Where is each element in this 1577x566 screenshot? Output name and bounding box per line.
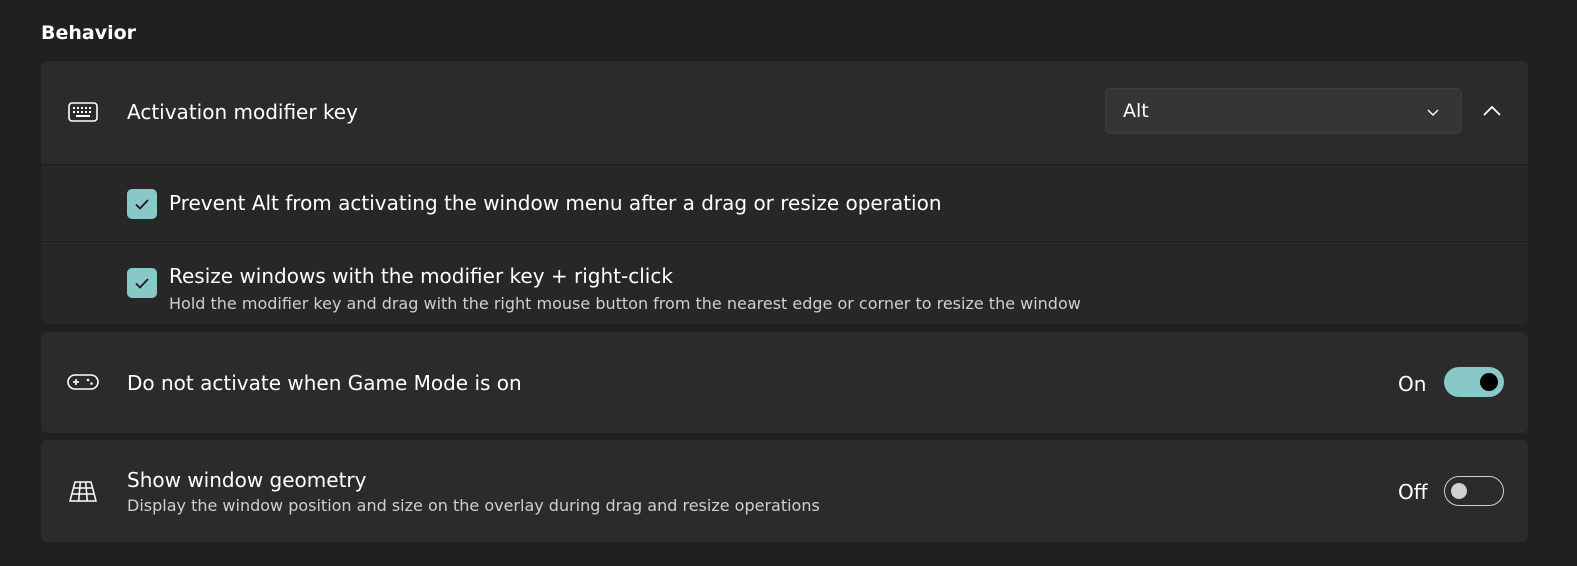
prevent-alt-checkbox[interactable] <box>127 189 157 219</box>
chevron-down-icon <box>1425 104 1441 120</box>
game-mode-state-text: On <box>1398 372 1427 396</box>
resize-right-click-label: Resize windows with the modifier key + r… <box>169 264 673 288</box>
dropdown-selected-value: Alt <box>1123 100 1149 122</box>
prevent-alt-label: Prevent Alt from activating the window m… <box>169 191 942 215</box>
gamepad-icon <box>66 365 100 399</box>
settings-page: Behavior Activation modifier key Alt Pre… <box>0 0 1577 566</box>
geometry-label: Show window geometry <box>127 468 367 492</box>
activation-expander-card: Activation modifier key Alt Prevent Alt … <box>41 61 1528 324</box>
game-mode-toggle[interactable] <box>1444 367 1504 397</box>
toggle-knob <box>1451 483 1467 499</box>
window-geometry-card: Show window geometry Display the window … <box>41 440 1528 542</box>
prevent-alt-row: Prevent Alt from activating the window m… <box>41 164 1528 240</box>
activation-label: Activation modifier key <box>127 100 358 124</box>
keyboard-icon <box>66 95 100 129</box>
game-mode-card: Do not activate when Game Mode is on On <box>41 332 1528 433</box>
grid-perspective-icon <box>66 474 100 508</box>
section-title: Behavior <box>41 22 137 44</box>
resize-right-click-description: Hold the modifier key and drag with the … <box>169 294 1081 313</box>
resize-right-click-checkbox[interactable] <box>127 268 157 298</box>
collapse-chevron-up-icon[interactable] <box>1477 96 1507 126</box>
geometry-description: Display the window position and size on … <box>127 496 820 515</box>
modifier-key-dropdown[interactable]: Alt <box>1105 88 1462 134</box>
geometry-state-text: Off <box>1398 480 1428 504</box>
resize-right-click-row: Resize windows with the modifier key + r… <box>41 241 1528 324</box>
geometry-toggle[interactable] <box>1444 476 1504 506</box>
activation-header-row[interactable]: Activation modifier key Alt <box>41 61 1528 163</box>
toggle-knob <box>1480 373 1498 391</box>
game-mode-label: Do not activate when Game Mode is on <box>127 371 522 395</box>
